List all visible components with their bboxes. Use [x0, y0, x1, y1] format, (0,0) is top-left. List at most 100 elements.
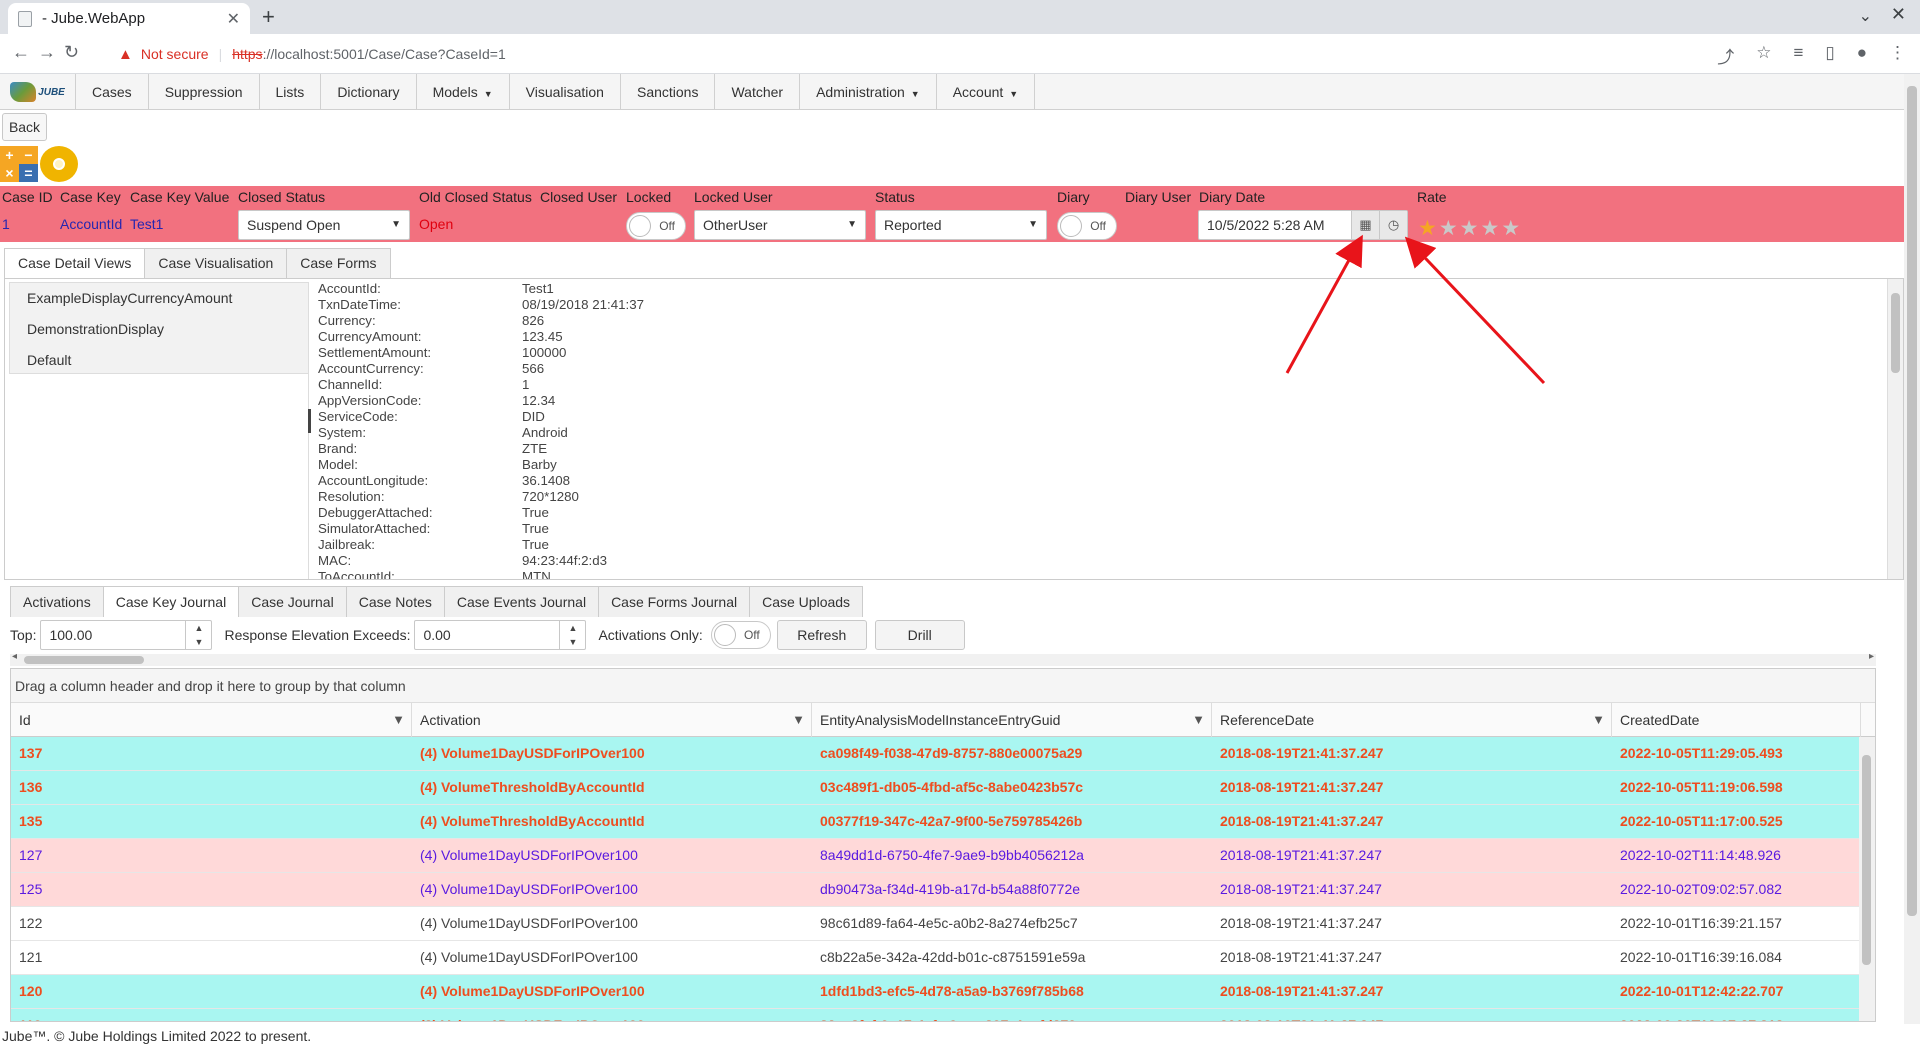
chevron-down-icon[interactable]: ⌄	[1859, 6, 1872, 26]
status-select[interactable]: Reported ▼	[875, 210, 1047, 240]
tab-case-notes[interactable]: Case Notes	[345, 586, 445, 617]
star-icon[interactable]: ★	[1501, 217, 1522, 240]
tab-case-journal[interactable]: Case Journal	[238, 586, 347, 617]
table-cell: 2018-08-19T21:41:37.247	[1220, 745, 1384, 761]
detail-scrollbar[interactable]	[1887, 279, 1903, 579]
clock-icon[interactable]: ◷	[1379, 211, 1407, 239]
scroll-right-icon[interactable]: ▸	[1869, 651, 1874, 662]
calendar-icon[interactable]: ▦	[1351, 211, 1379, 239]
detail-row: SettlementAmount: 100000	[318, 345, 644, 361]
menu-kebab-icon[interactable]: ⋮	[1889, 43, 1906, 68]
tab-case-forms[interactable]: Case Forms	[286, 248, 391, 278]
tab-case-detail-views[interactable]: Case Detail Views	[4, 248, 146, 279]
rating-stars[interactable]: ★★★★★	[1418, 216, 1522, 241]
elevation-input[interactable]: 0.00 ▲ ▼	[414, 620, 587, 650]
drill-button[interactable]: Drill	[874, 620, 965, 650]
table-cell: 2018-08-19T21:41:37.247	[1220, 949, 1382, 965]
column-header-activation[interactable]: Activation ▼	[412, 703, 812, 737]
stepper-icon[interactable]: ▲ ▼	[185, 621, 211, 649]
new-tab-icon[interactable]: +	[262, 4, 275, 30]
page-scrollbar[interactable]	[1904, 74, 1920, 1024]
nav-account[interactable]: Account ▼	[937, 74, 1036, 110]
media-icon[interactable]: ≡	[1793, 43, 1803, 68]
panel-splitter[interactable]	[308, 409, 311, 433]
nav-suppression[interactable]: Suppression	[149, 74, 260, 110]
tab-case-uploads[interactable]: Case Uploads	[749, 586, 864, 617]
grid-vscroll-thumb[interactable]	[1862, 755, 1871, 965]
detail-value: DID	[522, 409, 545, 424]
back-arrow-icon[interactable]: ←	[12, 42, 30, 63]
nav-cases[interactable]: Cases	[76, 74, 149, 110]
close-window-icon[interactable]: ✕	[1891, 4, 1906, 25]
logo-text: JUBE	[38, 86, 65, 98]
bookmark-star-icon[interactable]: ☆	[1756, 43, 1771, 68]
table-row[interactable]: 136 (4) VolumeThresholdByAccountId 03c489f…	[11, 771, 1875, 805]
table-row[interactable]: 135 (4) VolumeThresholdByAccountId 00377f1…	[11, 805, 1875, 839]
column-header-created-date[interactable]: CreatedDate	[1612, 703, 1861, 737]
table-row[interactable]: 119(3) Volume1DayUSDForIPOver10082ce3faf…	[11, 1009, 1875, 1021]
table-row[interactable]: 137 (4) Volume1DayUSDForIPOver100 ca098f49…	[11, 737, 1875, 771]
stepper-icon[interactable]: ▲ ▼	[559, 621, 585, 649]
tab-case-visualisation[interactable]: Case Visualisation	[144, 248, 288, 278]
column-header-reference-date[interactable]: ReferenceDate ▼	[1212, 703, 1612, 737]
nav-lists[interactable]: Lists	[260, 74, 322, 110]
table-row[interactable]: 122 (4) Volume1DayUSDForIPOver100 98c61d89…	[11, 907, 1875, 941]
filter-icon[interactable]: ▼	[1592, 703, 1605, 737]
nav-dictionary[interactable]: Dictionary	[321, 74, 417, 110]
page-scrollbar-thumb[interactable]	[1907, 86, 1917, 916]
table-row[interactable]: 121 (4) Volume1DayUSDForIPOver100 c8b22a5e…	[11, 941, 1875, 975]
top-input[interactable]: 100.00 ▲ ▼	[40, 620, 213, 650]
grid-hscroll-thumb[interactable]	[24, 656, 144, 664]
browser-tab[interactable]: - Jube.WebApp ✕	[8, 3, 250, 34]
tab-activations[interactable]: Activations	[10, 586, 104, 617]
address-bar[interactable]: ▲ Not secure | https ://localhost:5001/C…	[108, 37, 1748, 71]
view-item[interactable]: DemonstrationDisplay	[10, 314, 308, 345]
nav-watcher[interactable]: Watcher	[715, 74, 801, 110]
view-item[interactable]: Default	[10, 345, 308, 376]
group-drop-area[interactable]: Drag a column header and drop it here to…	[11, 669, 1875, 703]
forward-arrow-icon[interactable]: →	[38, 42, 56, 63]
locked-toggle[interactable]: Off	[626, 212, 686, 240]
column-header-id[interactable]: Id ▼	[11, 703, 412, 737]
view-item[interactable]: ExampleDisplayCurrencyAmount	[10, 283, 308, 314]
back-button[interactable]: Back	[2, 113, 47, 141]
nav-sanctions[interactable]: Sanctions	[621, 74, 716, 110]
table-row[interactable]: 127 (4) Volume1DayUSDForIPOver100 8a49dd1d…	[11, 839, 1875, 873]
tab-case-forms-journal[interactable]: Case Forms Journal	[598, 586, 751, 617]
detail-key: Model:	[318, 457, 358, 472]
star-icon[interactable]: ★	[1439, 217, 1460, 240]
closed-status-select[interactable]: Suspend Open ▼	[238, 210, 410, 240]
refresh-button[interactable]: Refresh	[776, 620, 867, 650]
jube-logo[interactable]: JUBE	[0, 74, 76, 110]
star-icon[interactable]: ★	[1480, 217, 1501, 240]
nav-visualisation[interactable]: Visualisation	[510, 74, 621, 110]
close-tab-icon[interactable]: ✕	[227, 9, 240, 29]
nav-models[interactable]: Models ▼	[417, 74, 510, 110]
table-row[interactable]: 125 (4) Volume1DayUSDForIPOver100 db90473a…	[11, 873, 1875, 907]
tab-case-events-journal[interactable]: Case Events Journal	[443, 586, 600, 617]
column-header-guid[interactable]: EntityAnalysisModelInstanceEntryGuid ▼	[812, 703, 1212, 737]
locked-user-select[interactable]: OtherUser ▼	[694, 210, 866, 240]
tab-case-key-journal[interactable]: Case Key Journal	[102, 586, 240, 617]
diary-toggle[interactable]: Off	[1057, 212, 1117, 240]
calculator-icon[interactable]: + − × =	[0, 146, 38, 182]
grid-horizontal-scrollbar[interactable]: ◂ ▸	[10, 651, 1876, 666]
detail-scrollbar-thumb[interactable]	[1891, 293, 1900, 373]
activations-only-toggle[interactable]: Off	[710, 621, 771, 649]
star-icon[interactable]: ★	[1418, 217, 1439, 240]
filter-icon[interactable]: ▼	[392, 703, 405, 737]
filter-icon[interactable]: ▼	[1192, 703, 1205, 737]
grid-vertical-scrollbar[interactable]	[1859, 737, 1875, 1021]
diary-date-picker[interactable]: 10/5/2022 5:28 AM ▦ ◷	[1198, 210, 1408, 240]
scroll-left-icon[interactable]: ◂	[12, 651, 17, 662]
nav-administration[interactable]: Administration ▼	[800, 74, 937, 110]
profile-icon[interactable]: ●	[1857, 43, 1867, 68]
elevation-label: Response Elevation Exceeds:	[224, 627, 411, 643]
share-icon[interactable]: ⤴	[1717, 43, 1734, 68]
sidepanel-icon[interactable]: ▯	[1825, 43, 1834, 68]
star-icon[interactable]: ★	[1460, 217, 1481, 240]
disc-icon[interactable]	[40, 146, 78, 182]
filter-icon[interactable]: ▼	[792, 703, 805, 737]
table-row[interactable]: 120 (4) Volume1DayUSDForIPOver100 1dfd1bd3…	[11, 975, 1875, 1009]
reload-icon[interactable]: ↻	[64, 42, 79, 63]
